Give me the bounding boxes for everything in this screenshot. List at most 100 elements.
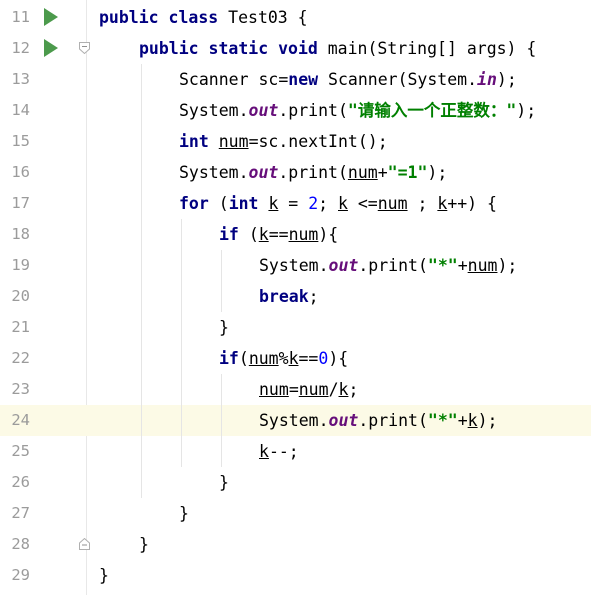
line-number: 11 [11,8,30,26]
code-token: out [248,163,279,182]
code-text[interactable]: } [99,560,109,591]
line-number: 28 [11,535,30,553]
code-line[interactable]: 29} [0,560,591,591]
code-token: = [288,380,299,399]
code-token: ; [348,380,359,399]
code-token: 0 [318,349,329,368]
line-number: 13 [11,70,30,88]
code-line[interactable]: 18 if (k==num){ [0,219,591,250]
code-line[interactable]: 12 public static void main(String[] args)… [0,33,591,64]
code-line[interactable]: 14 System.out.print("请输入一个正整数："); [0,95,591,126]
code-text[interactable]: k--; [259,436,299,467]
code-text[interactable]: Scanner sc=new Scanner(System.in); [179,64,517,95]
code-text[interactable]: public class Test03 { [99,2,308,33]
fold-open-icon[interactable] [79,42,90,54]
code-token: / [328,380,339,399]
line-number: 27 [11,504,30,522]
code-token: public static void [139,39,328,58]
code-token: num [298,380,329,399]
code-text[interactable]: if (k==num){ [219,219,338,250]
code-token: + [377,163,388,182]
code-token: } [179,504,189,523]
code-token: ( [218,194,229,213]
code-line[interactable]: 17 for (int k = 2; k <=num ; k++) { [0,188,591,219]
code-text[interactable]: System.out.print("*"+k); [259,405,497,436]
code-token: Test03 { [228,8,308,27]
code-token: "=1" [387,163,428,182]
code-text[interactable]: int num=sc.nextInt(); [179,126,388,157]
line-number: 18 [11,225,30,243]
run-arrow-icon[interactable] [44,8,58,26]
run-arrow-icon[interactable] [44,39,58,57]
code-token: out [248,101,279,120]
code-token: ( [248,225,259,244]
code-token: for [179,194,219,213]
code-token: new [288,70,329,89]
code-token: ; [308,287,319,306]
code-token: =sc.nextInt(); [248,132,388,151]
code-line[interactable]: 16 System.out.print(num+"=1"); [0,157,591,188]
code-line[interactable]: 28} [0,529,591,560]
code-text[interactable]: num=num/k; [259,374,358,405]
code-text[interactable]: public static void main(String[] args) { [139,33,536,64]
code-token: } [219,473,229,492]
line-number: 16 [11,163,30,181]
code-line[interactable]: 22 if(num%k==0){ [0,343,591,374]
code-token: = [278,194,309,213]
code-token: 2 [308,194,319,213]
code-token: break [259,287,309,306]
code-token: Scanner(System. [328,70,478,89]
code-line[interactable]: 15 int num=sc.nextInt(); [0,126,591,157]
code-text[interactable]: break; [259,281,319,312]
code-text[interactable]: if(num%k==0){ [219,343,348,374]
code-token: ); [477,411,498,430]
line-number: 25 [11,442,30,460]
code-line[interactable]: 19 System.out.print("*"+num); [0,250,591,281]
code-token: + [457,411,468,430]
code-line[interactable]: 20 break; [0,281,591,312]
code-line[interactable]: 13 Scanner sc=new Scanner(System.in); [0,64,591,95]
line-number: 14 [11,101,30,119]
code-line[interactable]: 11 public class Test03 { [0,2,591,33]
code-token: main(String[] args) { [327,39,537,58]
code-line[interactable]: 27} [0,498,591,529]
line-number: 22 [11,349,30,367]
code-token: == [268,225,289,244]
code-text[interactable]: } [179,498,189,529]
code-text[interactable]: } [139,529,149,560]
code-token: ); [497,256,518,275]
fold-close-icon[interactable] [79,538,90,550]
code-token: System. [259,411,329,430]
code-token: num [259,380,289,399]
code-token: ; [407,194,438,213]
code-token: k [338,380,349,399]
code-token: num [248,349,279,368]
code-token: } [219,318,229,337]
code-token: public class [99,8,229,27]
code-line[interactable]: 25 k--; [0,436,591,467]
code-token: System. [179,101,249,120]
code-text[interactable]: } [219,467,229,498]
code-token: } [139,535,149,554]
code-line[interactable]: 21} [0,312,591,343]
code-line[interactable]: 24 System.out.print("*"+k); [0,405,591,436]
code-token: k [288,349,299,368]
code-token: <= [347,194,378,213]
code-text[interactable]: System.out.print("*"+num); [259,250,517,281]
code-token: k [437,194,448,213]
code-text[interactable]: System.out.print(num+"=1"); [179,157,447,188]
code-line[interactable]: 23 num=num/k; [0,374,591,405]
code-token: == [298,349,319,368]
code-token: ++) { [447,194,497,213]
code-token: ){ [318,225,339,244]
code-text[interactable]: System.out.print("请输入一个正整数："); [179,95,536,126]
code-text[interactable]: for (int k = 2; k <=num ; k++) { [179,188,497,219]
line-number: 12 [11,39,30,57]
code-line[interactable]: 26} [0,467,591,498]
code-token: k [258,225,269,244]
line-number: 20 [11,287,30,305]
code-token: ); [516,101,537,120]
code-text[interactable]: } [219,312,229,343]
code-token: k [268,194,279,213]
code-token: ( [238,349,249,368]
